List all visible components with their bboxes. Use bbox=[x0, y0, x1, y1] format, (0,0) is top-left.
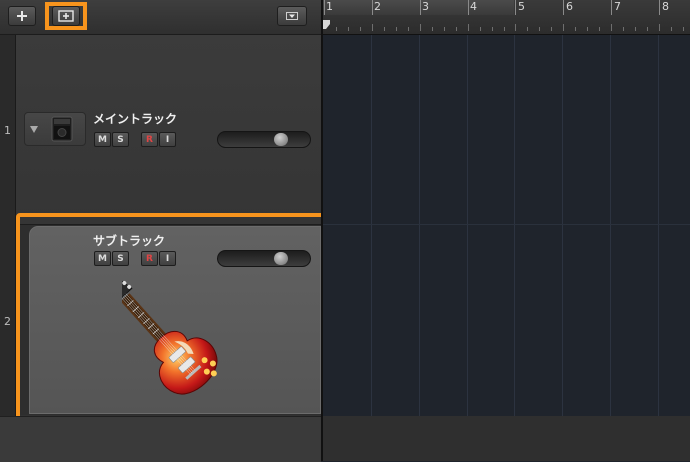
arrange-area[interactable] bbox=[323, 35, 690, 416]
track-list-empty-area bbox=[0, 416, 321, 462]
track-icon-box[interactable] bbox=[24, 112, 86, 146]
track-menu-button[interactable] bbox=[277, 6, 307, 26]
solo-button[interactable]: S bbox=[112, 132, 129, 147]
mute-button[interactable]: M bbox=[94, 132, 111, 147]
bar-gridline bbox=[610, 35, 611, 416]
bar-gridline bbox=[371, 35, 372, 416]
input-monitor-button[interactable]: I bbox=[159, 132, 176, 147]
timeline-empty-area bbox=[323, 416, 690, 461]
amp-icon bbox=[51, 116, 73, 142]
bar-gridline bbox=[467, 35, 468, 416]
playhead-icon[interactable] bbox=[323, 20, 331, 30]
highlight-new-track-button bbox=[45, 2, 87, 30]
bar-gridline bbox=[514, 35, 515, 416]
track-header-1[interactable]: メイントラック M S R I bbox=[16, 35, 321, 225]
volume-knob[interactable] bbox=[274, 133, 288, 146]
track-number-column: 1 2 bbox=[0, 35, 16, 461]
highlight-track-2 bbox=[16, 213, 341, 428]
plus-icon bbox=[17, 11, 27, 21]
disclosure-triangle-icon[interactable] bbox=[29, 125, 39, 134]
lane-separator bbox=[323, 224, 690, 225]
volume-slider[interactable] bbox=[217, 131, 311, 148]
timeline-ruler[interactable]: 1 2 3 4 5 6 7 8 bbox=[323, 0, 690, 35]
track-number-1: 1 bbox=[4, 124, 11, 137]
bar-gridline bbox=[562, 35, 563, 416]
bar-gridline bbox=[419, 35, 420, 416]
triangle-down-icon bbox=[286, 12, 298, 20]
ruler-ticks bbox=[324, 0, 684, 31]
track-name-1[interactable]: メイントラック bbox=[93, 110, 177, 127]
bar-gridline bbox=[658, 35, 659, 416]
add-track-button[interactable] bbox=[8, 6, 36, 26]
track-number-2: 2 bbox=[4, 315, 11, 328]
record-enable-button[interactable]: R bbox=[141, 132, 158, 147]
